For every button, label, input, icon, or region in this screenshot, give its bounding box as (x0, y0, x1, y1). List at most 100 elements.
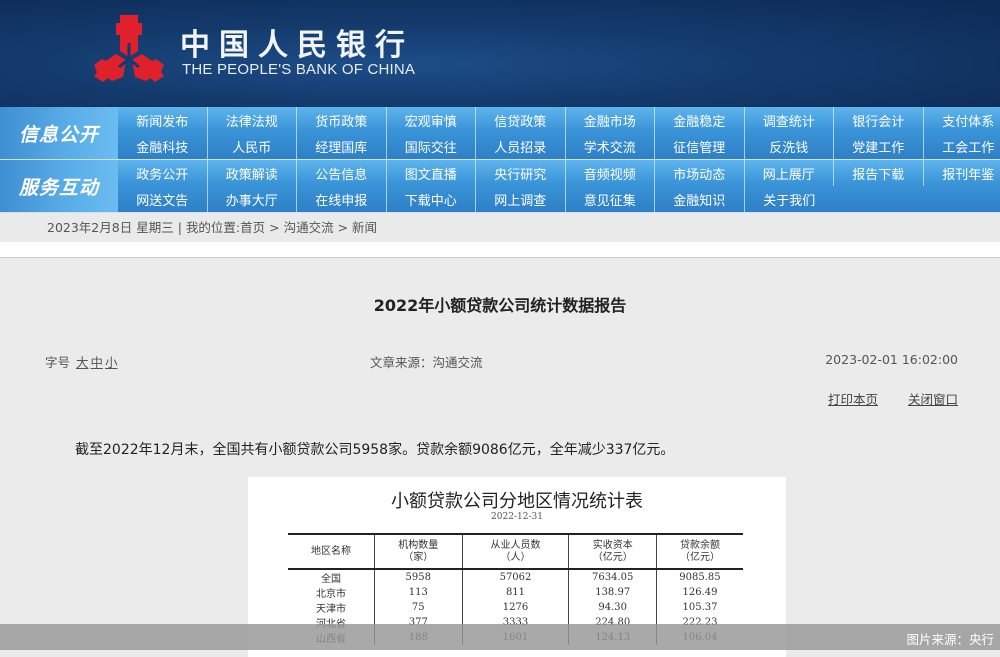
cell-paid-capital: 94.30 (569, 600, 657, 615)
nav-item[interactable]: 党建工作 (834, 133, 924, 159)
nav-item[interactable]: 政策解读 (208, 160, 298, 186)
nav-item[interactable]: 网送文告 (118, 186, 208, 212)
nav-item[interactable]: 经理国库 (297, 133, 387, 159)
font-size-label: 字号 (45, 355, 70, 370)
cell-region: 北京市 (288, 585, 375, 600)
font-size-small-button[interactable]: 小 (105, 355, 118, 370)
nav-item[interactable]: 公告信息 (297, 160, 387, 186)
cell-institutions: 5958 (375, 569, 463, 585)
table-header-row: 地区名称 机构数量（家） 从业人员数（人） 实收资本（亿元） 贷款余额（亿元） (288, 534, 743, 569)
nav-item[interactable]: 人民币 (208, 133, 298, 159)
pboc-logo-icon[interactable] (90, 15, 168, 83)
font-size-control: 字号 大中小 (45, 352, 118, 371)
close-window-link[interactable]: 关闭窗口 (908, 392, 958, 407)
site-title-cn: 中国人民银行 (180, 20, 414, 64)
nav-row: 政务公开 政策解读 公告信息 图文直播 央行研究 音频视频 市场动态 网上展厅 … (118, 160, 1000, 186)
nav-item[interactable]: 信贷政策 (476, 107, 566, 133)
breadcrumb-arrow: > (338, 220, 348, 235)
column-header: 机构数量（家） (375, 534, 463, 569)
nav-item[interactable]: 报刊年鉴 (924, 160, 1000, 186)
cell-employees: 57062 (462, 569, 569, 585)
stats-table-title: 小额贷款公司分地区情况统计表 (248, 487, 786, 513)
nav-item[interactable]: 金融稳定 (655, 107, 745, 133)
nav-item[interactable]: 图文直播 (387, 160, 477, 186)
font-size-medium-button[interactable]: 中 (91, 355, 104, 370)
breadcrumb: 2023年2月8日 星期三 | 我的位置:首页 > 沟通交流 > 新闻 (0, 213, 1000, 242)
print-page-link[interactable]: 打印本页 (828, 392, 878, 407)
article-meta: 字号 大中小 文章来源：沟通交流 2023-02-01 16:02:00 (45, 352, 958, 374)
publish-time: 2023-02-01 16:02:00 (825, 352, 958, 367)
site-header: 中国人民银行 THE PEOPLE'S BANK OF CHINA (0, 0, 1000, 107)
table-row: 天津市 75 1276 94.30 105.37 (288, 600, 743, 615)
breadcrumb-home[interactable]: 首页 (240, 220, 265, 235)
breadcrumb-separator: | (178, 220, 182, 235)
nav-item[interactable]: 关于我们 (745, 186, 835, 212)
article-content: 2022年小额贷款公司统计数据报告 字号 大中小 文章来源：沟通交流 2023-… (0, 259, 1000, 650)
cell-institutions: 75 (375, 600, 463, 615)
article-title: 2022年小额贷款公司统计数据报告 (0, 292, 1000, 316)
nav-item[interactable]: 政务公开 (118, 160, 208, 186)
site-title-en: THE PEOPLE'S BANK OF CHINA (182, 61, 415, 78)
column-header: 实收资本（亿元） (569, 534, 657, 569)
nav-item[interactable]: 新闻发布 (118, 107, 208, 133)
nav-item[interactable]: 征信管理 (655, 133, 745, 159)
nav-item[interactable]: 音频视频 (566, 160, 656, 186)
divider (0, 242, 1000, 258)
nav-item[interactable]: 金融科技 (118, 133, 208, 159)
nav-item[interactable]: 货币政策 (297, 107, 387, 133)
nav-item[interactable]: 报告下载 (834, 160, 924, 186)
nav-item[interactable]: 意见征集 (566, 186, 656, 212)
article-actions: 打印本页 关闭窗口 (802, 389, 958, 408)
nav-item[interactable]: 市场动态 (655, 160, 745, 186)
nav-item[interactable]: 金融知识 (655, 186, 745, 212)
table-row: 全国 5958 57062 7634.05 9085.85 (288, 569, 743, 585)
stats-table-date: 2022-12-31 (248, 512, 786, 522)
image-caption: 图片来源：央行 (906, 629, 994, 648)
nav-item[interactable]: 在线申报 (297, 186, 387, 212)
nav-item[interactable]: 支付体系 (924, 107, 1000, 133)
cell-paid-capital: 7634.05 (569, 569, 657, 585)
cell-loan-balance: 105.37 (656, 600, 743, 615)
location-label: 我的位置: (186, 220, 240, 235)
image-caption-bar: 图片来源：央行 (0, 624, 1000, 650)
table-row: 北京市 113 811 138.97 126.49 (288, 585, 743, 600)
nav-item[interactable]: 金融市场 (566, 107, 656, 133)
nav-item[interactable]: 学术交流 (566, 133, 656, 159)
nav-item[interactable]: 宏观审慎 (387, 107, 477, 133)
nav-item[interactable]: 网上调查 (476, 186, 566, 212)
nav-item[interactable]: 工会工作 (924, 133, 1000, 159)
nav-item[interactable]: 国际交往 (387, 133, 477, 159)
breadcrumb-current[interactable]: 新闻 (352, 220, 377, 235)
nav-item[interactable]: 银行会计 (834, 107, 924, 133)
font-size-large-button[interactable]: 大 (76, 355, 89, 370)
nav-item[interactable]: 央行研究 (476, 160, 566, 186)
main-nav: 信息公开 新闻发布 法律法规 货币政策 宏观审慎 信贷政策 金融市场 金融稳定 … (0, 107, 1000, 213)
cell-paid-capital: 138.97 (569, 585, 657, 600)
column-header: 贷款余额（亿元） (656, 534, 743, 569)
cell-institutions: 113 (375, 585, 463, 600)
cell-region: 全国 (288, 569, 375, 585)
nav-item[interactable]: 调查统计 (745, 107, 835, 133)
nav-item[interactable]: 法律法规 (208, 107, 298, 133)
nav-row: 金融科技 人民币 经理国库 国际交往 人员招录 学术交流 征信管理 反洗钱 党建… (118, 133, 1000, 159)
nav-group-service: 服务互动 政务公开 政策解读 公告信息 图文直播 央行研究 音频视频 市场动态 … (0, 160, 1000, 213)
nav-group-label[interactable]: 服务互动 (0, 160, 118, 212)
article-summary: 截至2022年12月末，全国共有小额贷款公司5958家。贷款余额9086亿元，全… (75, 439, 674, 459)
nav-item[interactable]: 人员招录 (476, 133, 566, 159)
nav-row: 网送文告 办事大厅 在线申报 下载中心 网上调查 意见征集 金融知识 关于我们 (118, 186, 834, 212)
nav-group-info: 信息公开 新闻发布 法律法规 货币政策 宏观审慎 信贷政策 金融市场 金融稳定 … (0, 107, 1000, 160)
breadcrumb-arrow: > (269, 220, 279, 235)
nav-item[interactable]: 反洗钱 (745, 133, 835, 159)
nav-item[interactable]: 网上展厅 (745, 160, 835, 186)
nav-item[interactable]: 办事大厅 (208, 186, 298, 212)
cell-employees: 811 (462, 585, 569, 600)
column-header: 地区名称 (288, 534, 375, 569)
cell-region: 天津市 (288, 600, 375, 615)
breadcrumb-section[interactable]: 沟通交流 (284, 220, 334, 235)
nav-group-label[interactable]: 信息公开 (0, 107, 118, 159)
nav-item[interactable]: 下载中心 (387, 186, 477, 212)
cell-employees: 1276 (462, 600, 569, 615)
column-header: 从业人员数（人） (462, 534, 569, 569)
nav-row: 新闻发布 法律法规 货币政策 宏观审慎 信贷政策 金融市场 金融稳定 调查统计 … (118, 107, 1000, 133)
cell-loan-balance: 126.49 (656, 585, 743, 600)
